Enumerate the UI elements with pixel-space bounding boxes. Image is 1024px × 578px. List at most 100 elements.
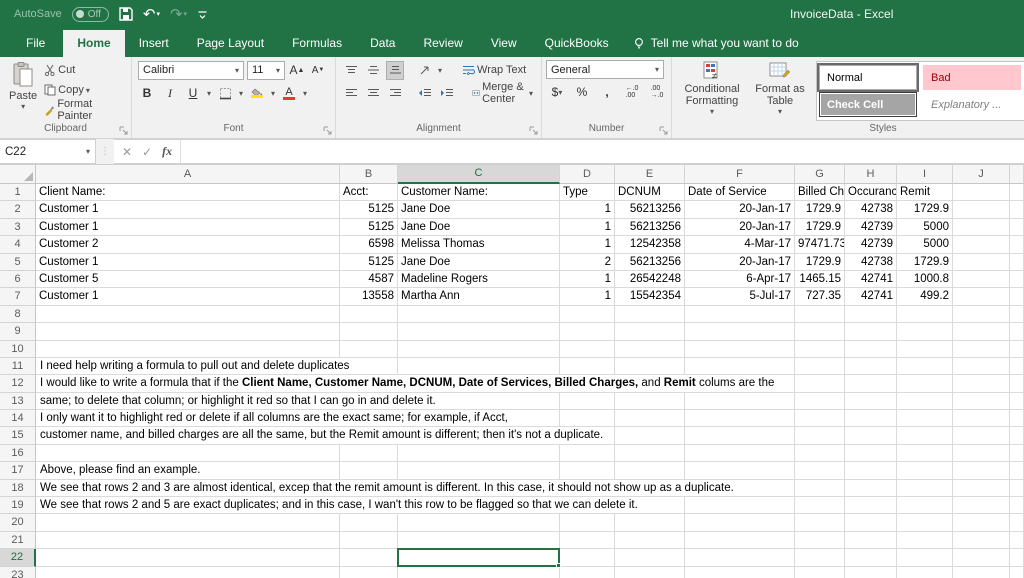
cell-x23[interactable] (1010, 567, 1024, 578)
bold-button[interactable]: B (138, 84, 156, 103)
cell-F14[interactable] (685, 410, 795, 427)
cell-J1[interactable] (953, 184, 1010, 201)
cell-I23[interactable] (897, 567, 953, 578)
cell-G16[interactable] (795, 445, 845, 462)
cell-F5[interactable]: 20-Jan-17 (685, 254, 795, 271)
cell-B6[interactable]: 4587 (340, 271, 398, 288)
cell-I10[interactable] (897, 341, 953, 358)
cell-C17[interactable] (398, 462, 560, 479)
cell-F20[interactable] (685, 514, 795, 531)
cell-F9[interactable] (685, 323, 795, 340)
cell-I3[interactable]: 5000 (897, 219, 953, 236)
tell-me-box[interactable]: Tell me what you want to do (623, 30, 809, 57)
cell-A6[interactable]: Customer 5 (36, 271, 340, 288)
col-header-B[interactable]: B (340, 165, 398, 184)
cell-J10[interactable] (953, 341, 1010, 358)
cell-J21[interactable] (953, 532, 1010, 549)
format-painter-button[interactable]: Format Painter (42, 100, 127, 120)
row-header-16[interactable]: 16 (0, 445, 36, 462)
cell-J15[interactable] (953, 427, 1010, 444)
cell-B4[interactable]: 6598 (340, 236, 398, 253)
cell-J18[interactable] (953, 480, 1010, 497)
customize-qat-icon[interactable] (197, 9, 208, 20)
tab-view[interactable]: View (477, 30, 531, 57)
autosave-toggle[interactable]: Off (72, 7, 109, 22)
cell-E23[interactable] (615, 567, 685, 578)
cell-G12[interactable] (795, 375, 845, 392)
cell-G4[interactable]: 97471.73 (795, 236, 845, 253)
cell-x18[interactable] (1010, 480, 1024, 497)
row-header-17[interactable]: 17 (0, 462, 36, 479)
cell-F17[interactable] (685, 462, 795, 479)
cell-G9[interactable] (795, 323, 845, 340)
cell-J8[interactable] (953, 306, 1010, 323)
save-icon[interactable] (119, 7, 133, 21)
cell-H6[interactable]: 42741 (845, 271, 897, 288)
redo-button[interactable]: ↷▾ (170, 7, 187, 22)
copy-dropdown-icon[interactable]: ▾ (86, 86, 90, 95)
col-header-partial[interactable] (1010, 165, 1024, 184)
cell-B16[interactable] (340, 445, 398, 462)
cell-G21[interactable] (795, 532, 845, 549)
cell-J19[interactable] (953, 497, 1010, 514)
cell-D11[interactable] (560, 358, 615, 375)
decrease-decimal-button[interactable]: .00→.0 (648, 83, 666, 102)
cell-C8[interactable] (398, 306, 560, 323)
merge-center-dropdown-icon[interactable]: ▾ (529, 89, 533, 98)
conditional-formatting-button[interactable]: ≠ Conditional Formatting ▾ (676, 59, 748, 123)
cell-E8[interactable] (615, 306, 685, 323)
cell-D17[interactable] (560, 462, 615, 479)
cell-G13[interactable] (795, 393, 845, 410)
cell-I12[interactable] (897, 375, 953, 392)
cell-B22[interactable] (340, 549, 398, 566)
cell-H23[interactable] (845, 567, 897, 578)
col-header-F[interactable]: F (685, 165, 795, 184)
orientation-dropdown-icon[interactable]: ▾ (438, 66, 442, 75)
cell-E20[interactable] (615, 514, 685, 531)
cell-A5[interactable]: Customer 1 (36, 254, 340, 271)
row-header-11[interactable]: 11 (0, 358, 36, 375)
cell-F10[interactable] (685, 341, 795, 358)
cell-A2[interactable]: Customer 1 (36, 201, 340, 218)
conditional-formatting-dropdown-icon[interactable]: ▾ (710, 107, 714, 116)
cell-H7[interactable]: 42741 (845, 288, 897, 305)
cell-E3[interactable]: 56213256 (615, 219, 685, 236)
cell-x9[interactable] (1010, 323, 1024, 340)
accounting-format-button[interactable]: $▾ (548, 83, 566, 102)
tab-review[interactable]: Review (409, 30, 476, 57)
cell-G17[interactable] (795, 462, 845, 479)
cell-C2[interactable]: Jane Doe (398, 201, 560, 218)
font-dialog-launcher-icon[interactable] (323, 126, 333, 136)
cell-J5[interactable] (953, 254, 1010, 271)
row-header-14[interactable]: 14 (0, 410, 36, 427)
cell-I17[interactable] (897, 462, 953, 479)
cell-J6[interactable] (953, 271, 1010, 288)
cell-x20[interactable] (1010, 514, 1024, 531)
cell-H12[interactable] (845, 375, 897, 392)
cell-H22[interactable] (845, 549, 897, 566)
cell-x1[interactable] (1010, 184, 1024, 201)
row-header-12[interactable]: 12 (0, 375, 36, 392)
cell-x4[interactable] (1010, 236, 1024, 253)
col-header-H[interactable]: H (845, 165, 897, 184)
cell-I2[interactable]: 1729.9 (897, 201, 953, 218)
align-middle-button[interactable] (364, 61, 382, 80)
cell-A22[interactable] (36, 549, 340, 566)
cell-G23[interactable] (795, 567, 845, 578)
row-header-22[interactable]: 22 (0, 549, 36, 566)
cell-H9[interactable] (845, 323, 897, 340)
col-header-G[interactable]: G (795, 165, 845, 184)
cell-I4[interactable]: 5000 (897, 236, 953, 253)
increase-indent-button[interactable] (438, 84, 456, 103)
cell-I5[interactable]: 1729.9 (897, 254, 953, 271)
cell-F22[interactable] (685, 549, 795, 566)
cell-E17[interactable] (615, 462, 685, 479)
cell-H2[interactable]: 42738 (845, 201, 897, 218)
cell-B23[interactable] (340, 567, 398, 578)
tab-quickbooks[interactable]: QuickBooks (531, 30, 623, 57)
cell-F8[interactable] (685, 306, 795, 323)
cell-E9[interactable] (615, 323, 685, 340)
enter-formula-icon[interactable]: ✓ (142, 145, 152, 159)
cell-J16[interactable] (953, 445, 1010, 462)
cell-H3[interactable]: 42739 (845, 219, 897, 236)
